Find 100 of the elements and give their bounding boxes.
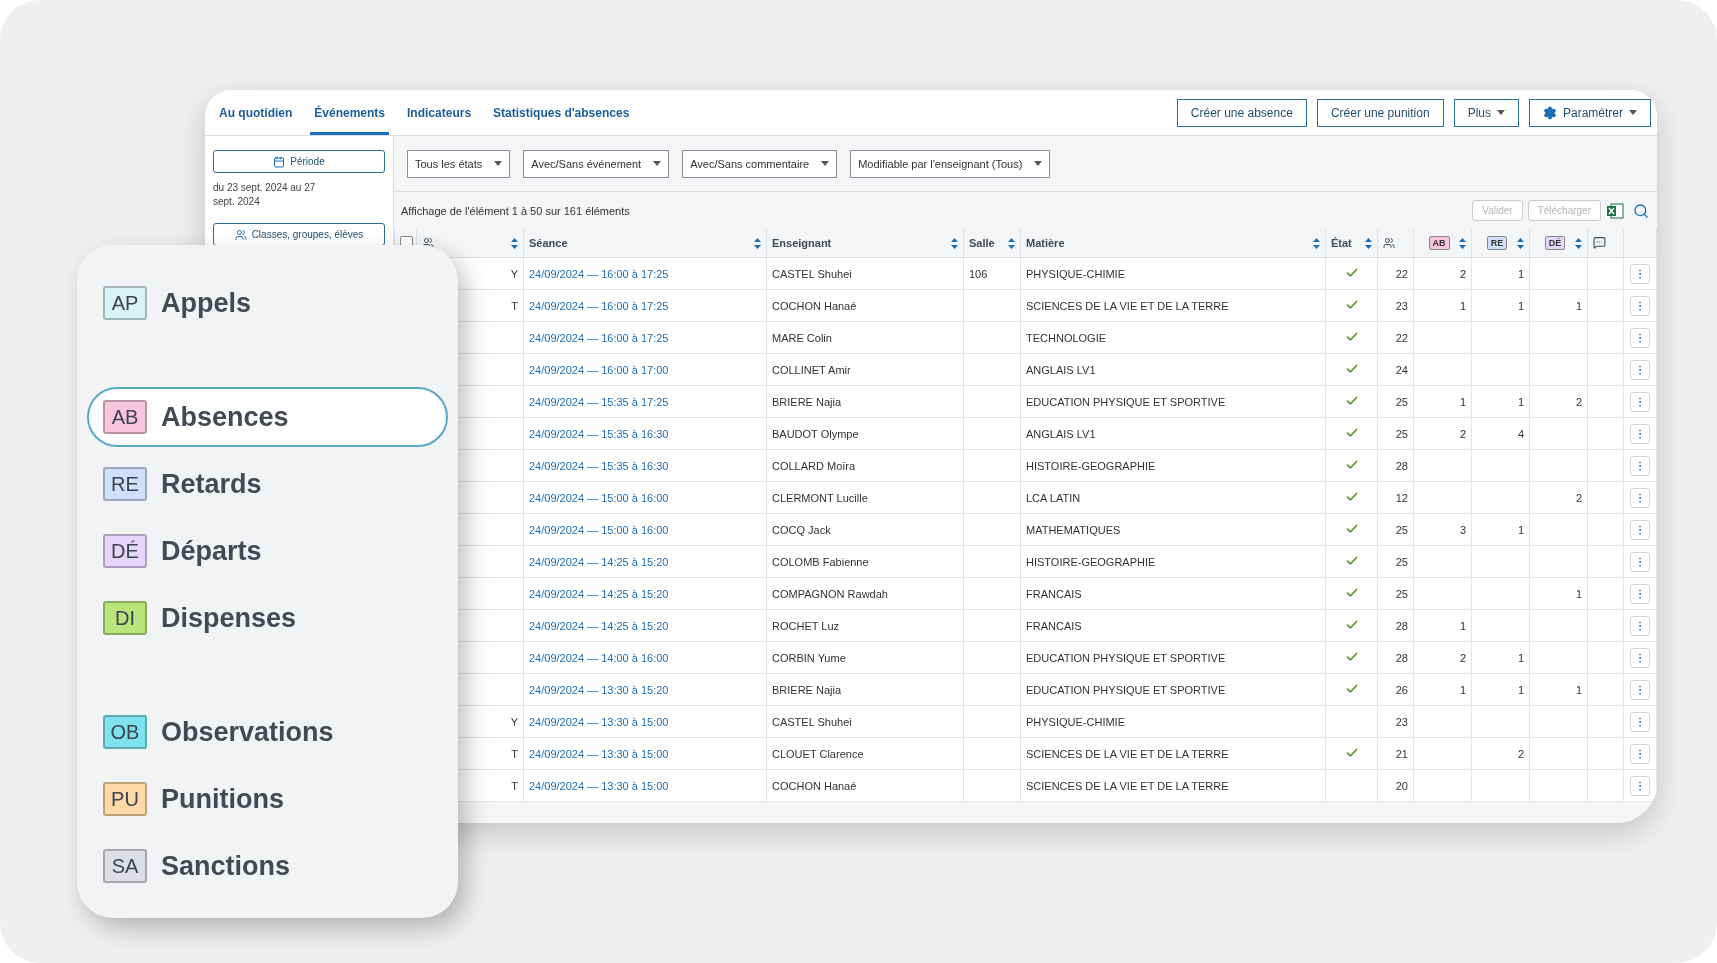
sort-icon[interactable] — [1575, 237, 1582, 249]
more-button[interactable] — [1630, 679, 1650, 700]
table-cell: PHYSIQUE-CHIMIE — [1026, 267, 1125, 280]
table-cell: 25 — [1395, 523, 1408, 536]
column-header: État — [1331, 237, 1352, 249]
category-label: Punitions — [161, 783, 284, 815]
table-cell: COCQ Jack — [772, 523, 831, 536]
table-cell: CASTEL Shuhei — [772, 267, 852, 280]
table-cell: 1 — [1517, 683, 1524, 696]
people-icon — [1383, 237, 1395, 249]
filter-dropdown[interactable]: Avec/Sans commentaire — [682, 149, 838, 178]
legend-item[interactable]: SA Sanctions — [87, 836, 448, 896]
column-header: Séance — [529, 237, 568, 249]
spreadsheet-icon[interactable] — [1606, 201, 1624, 220]
category-tag: RE — [103, 467, 147, 501]
more-button[interactable] — [1630, 775, 1650, 796]
settings-icon — [1542, 105, 1557, 120]
filter-dropdown[interactable]: Modifiable par l'enseignant (Tous) — [850, 149, 1051, 178]
settings-button[interactable]: Paramétrer — [1528, 98, 1651, 127]
period-button[interactable]: Période — [213, 150, 385, 173]
tab[interactable]: Au quotidien — [215, 90, 297, 135]
more-button[interactable] — [1630, 487, 1650, 508]
category-tag: PU — [103, 782, 147, 816]
table-cell: COLLARD Moïra — [772, 459, 856, 472]
table-cell: Y — [510, 715, 518, 728]
more-button[interactable] — [1630, 551, 1650, 572]
table-cell: Y — [510, 267, 518, 280]
groups-button[interactable]: Classes, groupes, élèves — [213, 223, 385, 246]
table-cell: 23 — [1395, 299, 1408, 312]
table-cell: 1 — [1575, 587, 1582, 600]
table-cell: 1 — [1517, 299, 1524, 312]
menu-button[interactable]: Plus — [1453, 98, 1519, 127]
people-icon — [422, 237, 434, 249]
column-tag: DÉ — [1544, 236, 1566, 250]
category-label: Observations — [161, 716, 334, 748]
legend-item[interactable]: OB Observations — [87, 702, 448, 762]
more-button[interactable] — [1630, 455, 1650, 476]
category-tag: OB — [103, 715, 147, 749]
table-cell: CLERMONT Lucille — [772, 491, 868, 504]
category-label: Appels — [161, 287, 252, 319]
action-button[interactable]: Créer une absence — [1176, 98, 1307, 127]
more-button[interactable] — [1630, 519, 1650, 540]
column-header: Matière — [1026, 237, 1065, 249]
column-tag: AB — [1428, 236, 1450, 250]
more-button[interactable] — [1630, 711, 1650, 732]
more-button[interactable] — [1630, 263, 1650, 284]
table-cell: BRIERE Najia — [772, 683, 842, 696]
sort-icon[interactable] — [1459, 237, 1466, 249]
category-label: Retards — [161, 468, 262, 500]
caret-icon — [1496, 110, 1505, 115]
legend-item[interactable]: DI Dispenses — [87, 588, 448, 648]
filter-dropdown[interactable]: Tous les états — [407, 149, 511, 178]
table-cell: 1 — [1459, 619, 1466, 632]
table-cell: 25 — [1395, 587, 1408, 600]
more-button[interactable] — [1630, 583, 1650, 604]
table-cell: 12 — [1395, 491, 1408, 504]
category-tag: DÉ — [103, 534, 147, 568]
legend-item[interactable]: DÉ Départs — [87, 521, 448, 581]
more-button[interactable] — [1630, 295, 1650, 316]
caret-icon — [653, 161, 662, 166]
table-cell: 28 — [1395, 619, 1408, 632]
table-cell: 20 — [1395, 779, 1408, 792]
tab[interactable]: Indicateurs — [403, 90, 476, 135]
period-range: du 23 sept. 2024 au 27 sept. 2024 — [213, 181, 317, 209]
people-icon — [234, 228, 247, 241]
sort-icon[interactable] — [511, 237, 518, 249]
sort-icon[interactable] — [1313, 237, 1320, 249]
legend-item[interactable]: RE Retards — [87, 454, 448, 514]
search-icon[interactable] — [1633, 202, 1649, 219]
tab[interactable]: Statistiques d'absences — [489, 90, 634, 135]
table-cell: T — [511, 299, 518, 312]
sort-icon[interactable] — [754, 237, 761, 249]
sort-icon[interactable] — [951, 237, 958, 249]
table-cell: 22 — [1395, 331, 1408, 344]
more-button[interactable] — [1630, 647, 1650, 668]
table-cell: MATHEMATIQUES — [1026, 523, 1121, 536]
table-cell: BAUDOT Olympe — [772, 427, 859, 440]
table-cell: COCHON Hanaé — [772, 299, 857, 312]
more-button[interactable] — [1630, 391, 1650, 412]
more-button[interactable] — [1630, 423, 1650, 444]
table-cell: 2 — [1517, 747, 1524, 760]
legend-item[interactable]: AP Appels — [87, 273, 448, 333]
action-button[interactable]: Créer une punition — [1316, 98, 1444, 127]
table-cell: 25 — [1395, 555, 1408, 568]
table-cell: EDUCATION PHYSIQUE ET SPORTIVE — [1026, 683, 1226, 696]
sort-icon[interactable] — [1365, 237, 1372, 249]
sort-icon[interactable] — [1517, 237, 1524, 249]
results-summary: Affichage de l'élément 1 à 50 sur 161 éléments — [401, 204, 630, 217]
filter-dropdown[interactable]: Avec/Sans événement — [523, 149, 670, 178]
more-button[interactable] — [1630, 615, 1650, 636]
table-cell: 3 — [1459, 523, 1466, 536]
category-label: Absences — [161, 401, 289, 433]
sort-icon[interactable] — [1008, 237, 1015, 249]
calendar-icon — [273, 155, 286, 168]
tab[interactable]: Événements — [310, 90, 390, 135]
more-button[interactable] — [1630, 327, 1650, 348]
legend-item[interactable]: PU Punitions — [87, 769, 448, 829]
more-button[interactable] — [1630, 359, 1650, 380]
more-button[interactable] — [1630, 743, 1650, 764]
legend-item[interactable]: AB Absences — [87, 387, 448, 447]
